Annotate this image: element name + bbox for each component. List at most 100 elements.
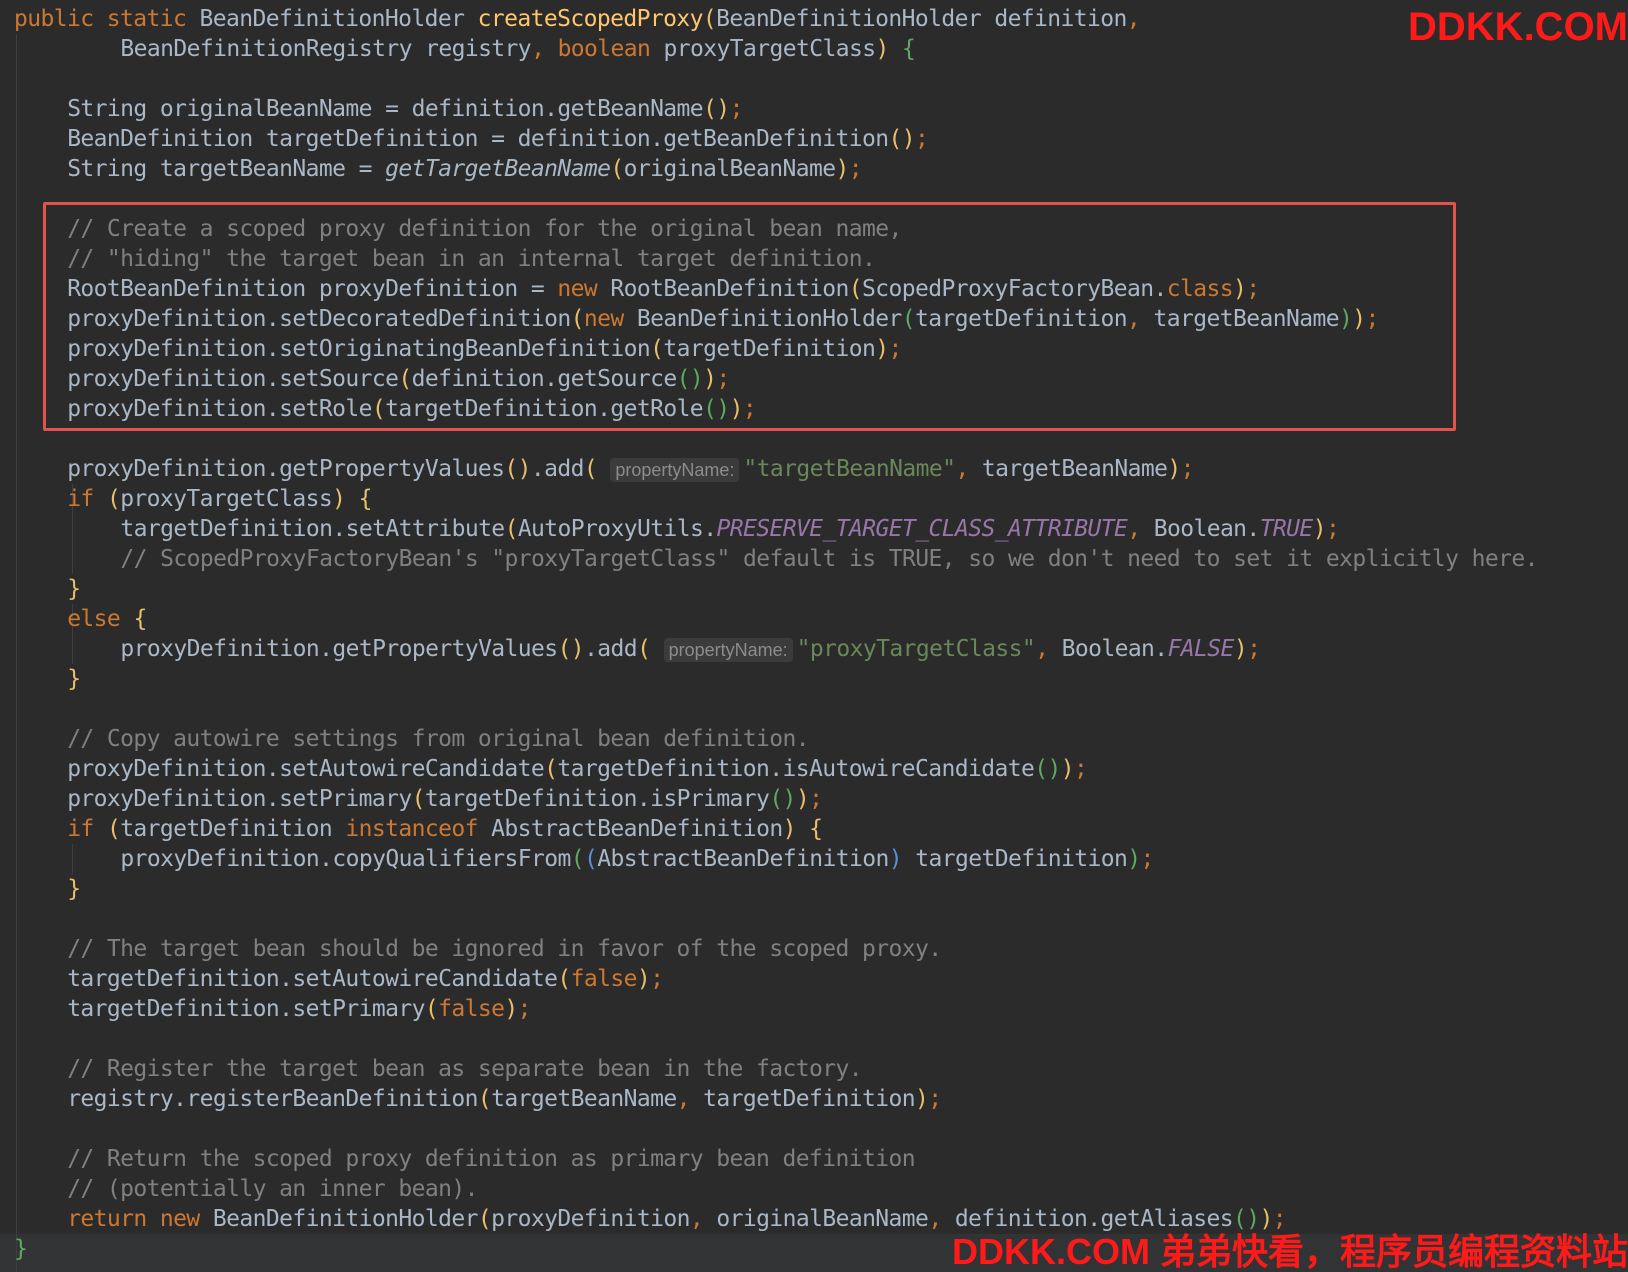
code-token: ( xyxy=(477,1206,492,1232)
code-line: proxyDefinition.setRole(targetDefinition… xyxy=(67,394,756,424)
code-token: ( xyxy=(848,276,863,302)
code-token: ) xyxy=(875,36,903,62)
code-token: , xyxy=(1127,306,1154,332)
code-line: proxyDefinition.copyQualifiersFrom((Abst… xyxy=(120,844,1154,874)
code-token: proxyTargetClass xyxy=(663,36,877,62)
code-token: ) xyxy=(1312,516,1327,542)
code-token: false xyxy=(570,966,638,992)
code-token: // Register the target bean as separate … xyxy=(67,1056,863,1082)
code-line: String targetBeanName = getTargetBeanNam… xyxy=(67,154,862,184)
code-token: ; xyxy=(809,786,823,812)
code-token: false xyxy=(438,996,505,1022)
code-token: ) xyxy=(332,486,359,512)
code-token: } xyxy=(67,876,81,902)
code-token: proxyDefinition.getPropertyValues xyxy=(120,636,558,662)
code-token: ) xyxy=(1232,276,1247,302)
code-token: ( xyxy=(504,516,519,542)
code-token: BeanDefinitionHolder xyxy=(636,306,903,332)
code-token: ) xyxy=(1127,846,1141,872)
code-token: definition.getSource xyxy=(411,366,678,392)
parameter-hint: propertyName: xyxy=(663,638,793,662)
code-token: { xyxy=(902,36,916,62)
code-token: ; xyxy=(1074,756,1088,782)
code-token: ( xyxy=(570,306,585,332)
code-token: targetDefinition xyxy=(120,816,346,842)
code-token: , xyxy=(676,1086,704,1112)
code-line: proxyDefinition.getPropertyValues().add(… xyxy=(67,454,1194,484)
code-token: () xyxy=(557,636,585,662)
code-token: () xyxy=(1034,756,1061,782)
code-token: "proxyTargetClass" xyxy=(796,636,1036,662)
code-token: targetDefinition xyxy=(703,1086,916,1112)
code-token: ( xyxy=(650,336,664,362)
code-token: } xyxy=(67,576,81,602)
code-token: ) xyxy=(1259,1206,1274,1232)
code-token: proxyDefinition.setAutowireCandidate xyxy=(67,756,545,782)
code-line: } xyxy=(67,664,81,694)
code-token: ; xyxy=(915,126,929,152)
code-token: ) xyxy=(795,786,810,812)
code-token: ; xyxy=(650,966,664,992)
code-token: ) xyxy=(1167,456,1181,482)
code-token: ) xyxy=(703,366,717,392)
code-token: proxyDefinition.getPropertyValues xyxy=(67,456,505,482)
code-line: else { xyxy=(67,604,147,634)
code-line: BeanDefinitionRegistry registry, boolean… xyxy=(120,34,915,64)
code-line: // ScopedProxyFactoryBean's "proxyTarget… xyxy=(120,544,1538,574)
code-token: ; xyxy=(517,996,532,1022)
code-token: PRESERVE_TARGET_CLASS_ATTRIBUTE xyxy=(716,516,1128,542)
code-token: originalBeanName xyxy=(716,1206,929,1232)
code-token: targetBeanName xyxy=(981,456,1168,482)
code-token: // Copy autowire settings from original … xyxy=(67,726,810,752)
code-token: AutoProxyUtils. xyxy=(517,516,717,542)
code-token: , xyxy=(1035,636,1062,662)
code-token: class xyxy=(1166,276,1234,302)
code-token: ; xyxy=(1365,306,1379,332)
code-token: targetDefinition.setAutowireCandidate xyxy=(67,966,558,992)
code-line: proxyDefinition.setPrimary(targetDefinit… xyxy=(67,784,823,814)
code-line: // Register the target bean as separate … xyxy=(67,1054,862,1084)
code-token: BeanDefinition targetDefinition = defini… xyxy=(67,126,889,152)
code-editor[interactable]: public static BeanDefinitionHolder creat… xyxy=(0,0,1628,1272)
code-line: proxyDefinition.setAutowireCandidate(tar… xyxy=(67,754,1088,784)
code-token: targetDefinition.isAutowireCandidate xyxy=(557,756,1035,782)
code-token: targetDefinition xyxy=(915,846,1128,872)
code-line: targetDefinition.setAttribute(AutoProxyU… xyxy=(120,514,1339,544)
code-token: proxyDefinition.setPrimary xyxy=(67,786,412,812)
code-token: // The target bean should be ignored in … xyxy=(67,936,942,962)
code-line: // (potentially an inner bean). xyxy=(67,1174,478,1204)
code-line: // Return the scoped proxy definition as… xyxy=(67,1144,915,1174)
code-token: ) xyxy=(504,996,518,1022)
code-token: } xyxy=(67,666,81,692)
code-token: BeanDefinitionHolder xyxy=(199,6,478,32)
code-token: () xyxy=(504,456,531,482)
parameter-hint: propertyName: xyxy=(610,458,740,482)
code-token: ) xyxy=(1060,756,1075,782)
code-token: instanceof xyxy=(345,816,492,842)
code-token: ( xyxy=(411,786,426,812)
code-token: ) xyxy=(1352,306,1366,332)
code-line: public static BeanDefinitionHolder creat… xyxy=(14,4,1141,34)
code-token: .add xyxy=(530,456,585,482)
code-token: RootBeanDefinition proxyDefinition = xyxy=(67,276,558,302)
code-line: proxyDefinition.setDecoratedDefinition(n… xyxy=(67,304,1379,334)
code-token: ( xyxy=(424,996,439,1022)
code-line: String originalBeanName = definition.get… xyxy=(67,94,743,124)
code-token: ( xyxy=(583,456,611,482)
indent-guide xyxy=(16,34,17,1272)
code-line: if (proxyTargetClass) { xyxy=(67,484,372,514)
code-line: targetDefinition.setAutowireCandidate(fa… xyxy=(67,964,664,994)
code-token: // (potentially an inner bean). xyxy=(67,1176,478,1202)
code-token: // Return the scoped proxy definition as… xyxy=(67,1146,916,1172)
code-token: ; xyxy=(928,1086,942,1112)
code-token: proxyTargetClass xyxy=(120,486,333,512)
code-token: registry.registerBeanDefinition xyxy=(67,1086,478,1112)
code-line: // The target bean should be ignored in … xyxy=(67,934,942,964)
code-token: Boolean. xyxy=(1153,516,1261,542)
code-token: public static xyxy=(14,6,200,32)
code-token: Boolean. xyxy=(1061,636,1169,662)
code-token: if xyxy=(67,486,107,512)
watermark-bottom: DDKK.COM 弟弟快看，程序员编程资料站 xyxy=(952,1231,1628,1272)
code-token: else xyxy=(67,606,134,632)
code-token: } xyxy=(14,1236,28,1262)
